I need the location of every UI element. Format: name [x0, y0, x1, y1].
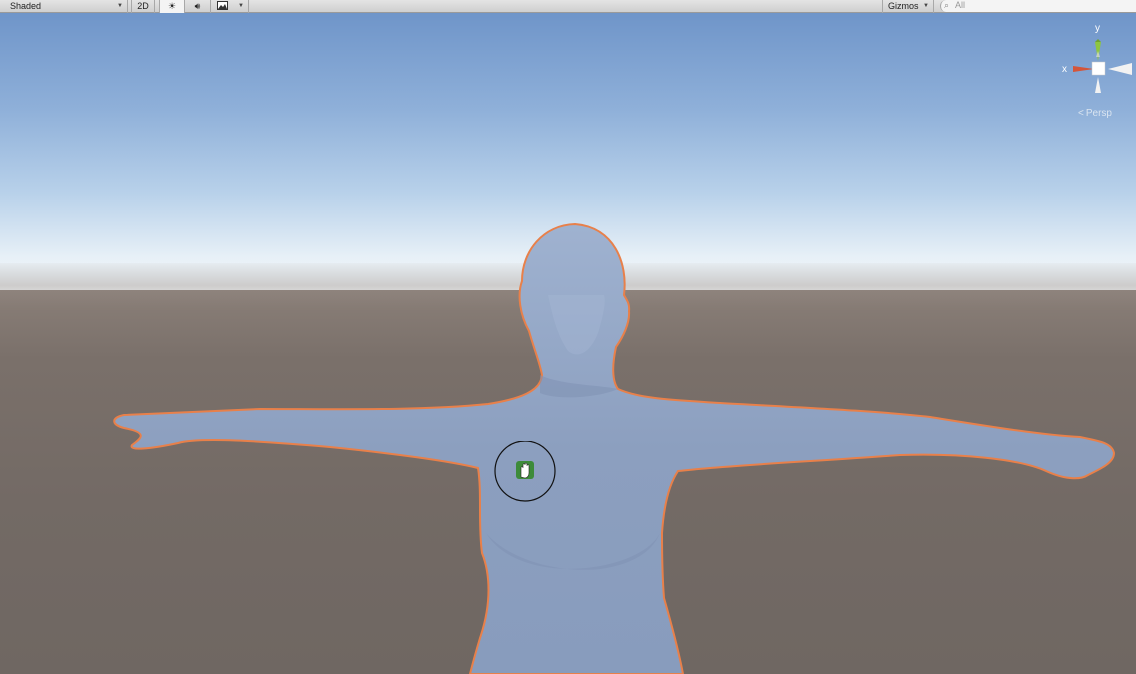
projection-label: Persp: [1085, 108, 1112, 119]
x-axis-cone[interactable]: [1073, 66, 1094, 72]
y-axis-label: y: [1095, 23, 1100, 34]
orientation-gizmo[interactable]: y x: [1058, 21, 1136, 116]
caret-down-icon: ▼: [117, 3, 123, 9]
gizmos-label: Gizmos: [888, 1, 919, 11]
scene-toolbar: Shaded ▼ 2D ☀ 🔊︎ ▼ Gizmos ▼ ⌕ All: [0, 0, 1136, 13]
chevron-left-icon: <: [1078, 108, 1084, 119]
model-body[interactable]: [113, 222, 1116, 674]
projection-toggle[interactable]: < Persp: [1078, 108, 1112, 119]
gizmos-dropdown[interactable]: Gizmos ▼: [882, 0, 934, 13]
2d-toggle-button[interactable]: 2D: [131, 0, 155, 13]
image-icon: [217, 1, 228, 10]
sun-icon: ☀: [167, 1, 177, 11]
neg-y-cone[interactable]: [1095, 77, 1101, 93]
scene-viewport[interactable]: y x < Persp: [0, 13, 1136, 674]
effects-toggle-button[interactable]: ▼: [211, 0, 249, 13]
humanoid-model[interactable]: [0, 13, 1136, 674]
search-input[interactable]: ⌕ All: [940, 0, 1136, 12]
speaker-icon: 🔊︎: [194, 1, 201, 11]
search-icon: ⌕: [944, 0, 950, 10]
gizmo-center-cube[interactable]: [1091, 61, 1106, 76]
hand-pan-icon: [516, 461, 534, 479]
hand-tool-cursor[interactable]: [494, 440, 556, 503]
lighting-toggle-button[interactable]: ☀: [159, 0, 185, 13]
draw-mode-dropdown[interactable]: Shaded ▼: [0, 0, 128, 13]
caret-down-icon[interactable]: ▼: [238, 0, 244, 12]
z-axis-cone[interactable]: [1108, 63, 1132, 75]
caret-down-icon: ▼: [923, 3, 929, 9]
2d-label: 2D: [137, 1, 149, 11]
draw-mode-label: Shaded: [10, 1, 42, 11]
x-axis-label: x: [1062, 64, 1067, 75]
search-placeholder: All: [955, 0, 966, 10]
audio-toggle-button[interactable]: 🔊︎: [185, 0, 211, 13]
